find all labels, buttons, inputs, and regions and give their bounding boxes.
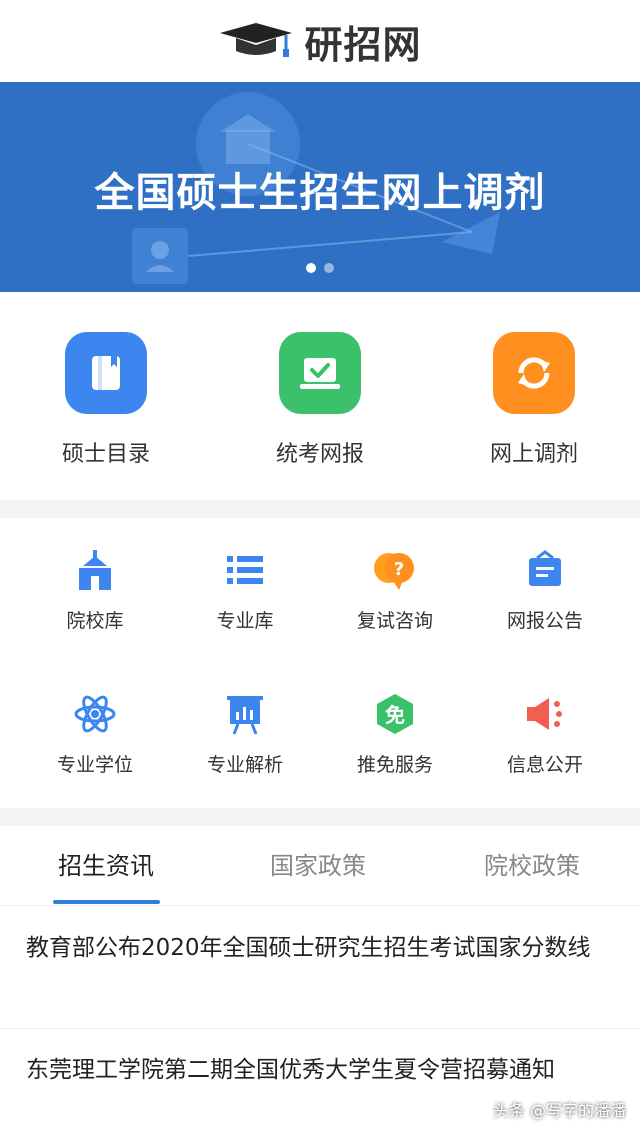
service-label: 专业学位: [56, 754, 133, 776]
service-label: 推免服务: [356, 754, 433, 776]
service-major-library[interactable]: 专业库: [165, 548, 325, 633]
active-tab-indicator: [53, 900, 160, 904]
service-major-analysis[interactable]: 专业解析: [165, 692, 325, 777]
tab-school-policy[interactable]: 院校政策: [484, 846, 580, 881]
carousel-dot-2[interactable]: [324, 263, 334, 273]
refresh-icon: [493, 332, 575, 414]
service-label: 复试咨询: [356, 610, 433, 632]
quick-links: 硕士目录 统考网报 网上调剂: [0, 292, 640, 500]
news-section: 招生资讯 国家政策 院校政策 教育部公布2020年全国硕士研究生招生考试国家分数…: [0, 826, 640, 1134]
svg-text:?: ?: [394, 559, 404, 580]
service-label: 网报公告: [506, 610, 583, 632]
watermark: 头条 @写字的潘潘: [492, 1101, 626, 1120]
quick-link-label: 硕士目录: [61, 442, 150, 467]
service-exemption[interactable]: 免 推免服务: [315, 692, 475, 777]
app-header: 研招网: [0, 0, 640, 82]
laptop-check-icon: [279, 332, 361, 414]
svg-text:免: 免: [385, 703, 405, 727]
service-registration-notice[interactable]: 网报公告: [465, 548, 625, 633]
news-item[interactable]: 东莞理工学院第二期全国优秀大学生夏令营招募通知: [26, 1050, 616, 1090]
service-school-library[interactable]: 院校库: [15, 548, 175, 633]
service-label: 信息公开: [506, 754, 583, 776]
carousel-indicator: [0, 263, 640, 273]
service-info-disclosure[interactable]: 信息公开: [465, 692, 625, 777]
quick-link-exam-registration[interactable]: 统考网报: [220, 332, 420, 468]
service-label: 专业解析: [206, 754, 283, 776]
megaphone-icon: [465, 692, 625, 736]
presentation-icon: [165, 692, 325, 736]
news-divider: [0, 1028, 640, 1029]
notice-icon: [465, 548, 625, 592]
quick-link-label: 统考网报: [275, 442, 364, 467]
services-grid: 院校库 专业库 ? 复试咨询 网报公告 专业学位 专业解析 免 推免服务 信息公…: [0, 518, 640, 808]
banner-carousel[interactable]: 全国硕士生招生网上调剂: [0, 82, 640, 292]
book-icon: [65, 332, 147, 414]
quick-link-label: 网上调剂: [489, 442, 578, 467]
carousel-dot-1[interactable]: [306, 263, 316, 273]
tab-admission-news[interactable]: 招生资讯: [58, 846, 154, 881]
service-retest-consult[interactable]: ? 复试咨询: [315, 548, 475, 633]
logo: 研招网: [218, 14, 421, 69]
news-tabs: 招生资讯 国家政策 院校政策: [0, 826, 640, 906]
service-label: 院校库: [66, 610, 124, 632]
exempt-icon: 免: [315, 692, 475, 736]
tab-national-policy[interactable]: 国家政策: [270, 846, 366, 881]
service-label: 专业库: [216, 610, 274, 632]
banner-headline: 全国硕士生招生网上调剂: [94, 170, 546, 216]
news-item[interactable]: 教育部公布2020年全国硕士研究生招生考试国家分数线: [26, 928, 616, 968]
school-icon: [15, 548, 175, 592]
app-title: 研招网: [304, 22, 422, 67]
service-professional-degree[interactable]: 专业学位: [15, 692, 175, 777]
graduation-cap-icon: [218, 19, 294, 63]
quick-link-online-adjustment[interactable]: 网上调剂: [434, 332, 634, 468]
atom-icon: [15, 692, 175, 736]
list-icon: [165, 548, 325, 592]
quick-link-master-catalog[interactable]: 硕士目录: [6, 332, 206, 468]
question-chat-icon: ?: [315, 548, 475, 592]
